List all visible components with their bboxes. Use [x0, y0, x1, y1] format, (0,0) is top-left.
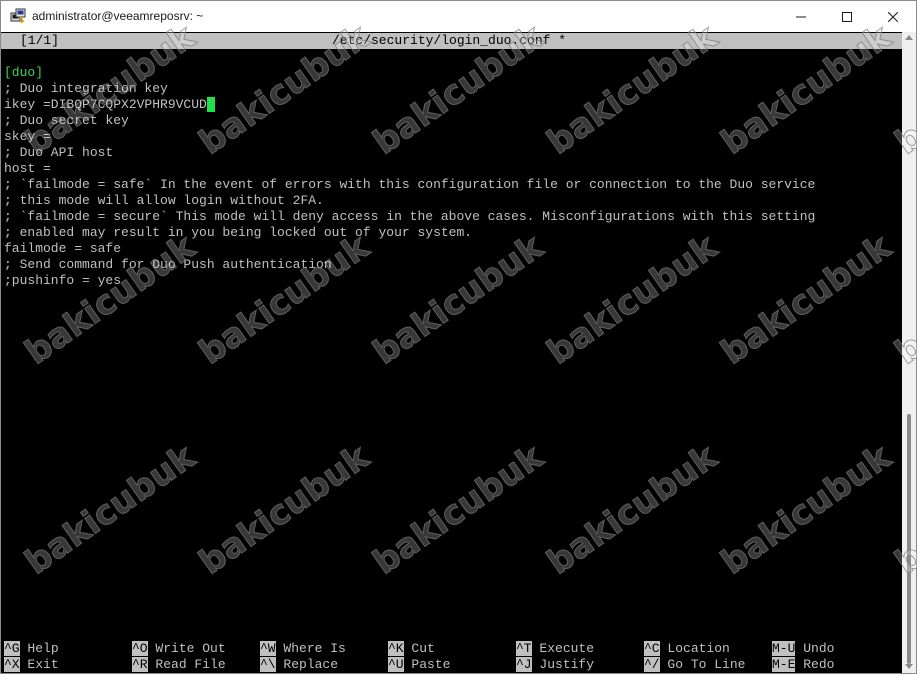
- close-icon: [888, 11, 898, 22]
- minimize-icon: [796, 16, 806, 17]
- shortcut-help[interactable]: ^G Help: [4, 641, 59, 657]
- close-button[interactable]: [870, 1, 916, 32]
- shortcut-location[interactable]: ^C Location: [644, 641, 730, 657]
- shortcut-justify[interactable]: ^J Justify: [516, 657, 594, 673]
- shortcut-redo[interactable]: M-E Redo: [772, 657, 834, 673]
- config-line[interactable]: failmode = safe: [4, 241, 121, 257]
- config-line[interactable]: ; Send command for Duo Push authenticati…: [4, 257, 332, 273]
- config-line[interactable]: host =: [4, 161, 51, 177]
- terminal-area[interactable]: [1/1] /etc/security/login_duo.conf * [du…: [1, 32, 902, 673]
- shortcut-paste[interactable]: ^U Paste: [388, 657, 450, 673]
- scroll-up-icon[interactable]: [905, 35, 913, 40]
- putty-icon[interactable]: [10, 8, 26, 24]
- maximize-icon: [842, 11, 852, 22]
- config-line[interactable]: ; `failmode = secure` This mode will den…: [4, 209, 815, 225]
- shortcut-undo[interactable]: M-U Undo: [772, 641, 834, 657]
- vertical-scrollbar[interactable]: [902, 32, 916, 673]
- config-line[interactable]: ;pushinfo = yes: [4, 273, 121, 289]
- text-cursor: [206, 97, 215, 112]
- title-bar[interactable]: administrator@veeamreposrv: ~: [1, 1, 916, 32]
- ikey-text: ikey =DIBQP7CQPX2VPHR9VCUD: [4, 97, 207, 112]
- shortcut-write-out[interactable]: ^O Write Out: [132, 641, 226, 657]
- config-line[interactable]: skey =: [4, 129, 51, 145]
- shortcut-replace[interactable]: ^\ Replace: [260, 657, 338, 673]
- window-title: administrator@veeamreposrv: ~: [32, 9, 204, 23]
- file-path: /etc/security/login_duo.conf *: [332, 33, 567, 48]
- shortcut-where-is[interactable]: ^W Where Is: [260, 641, 346, 657]
- scroll-down-icon[interactable]: [905, 664, 913, 669]
- config-line[interactable]: ; Duo integration key: [4, 81, 168, 97]
- putty-window: administrator@veeamreposrv: ~ [1/1] /etc…: [0, 0, 917, 674]
- config-line[interactable]: ; Duo API host: [4, 145, 113, 161]
- shortcut-read-file[interactable]: ^R Read File: [132, 657, 226, 673]
- config-line[interactable]: ; Duo secret key: [4, 113, 129, 129]
- config-line[interactable]: ; this mode will allow login without 2FA…: [4, 193, 324, 209]
- buffer-indicator: [1/1]: [20, 33, 60, 48]
- shortcut-exit[interactable]: ^X Exit: [4, 657, 59, 673]
- nano-title-bar: [1/1] /etc/security/login_duo.conf *: [1, 33, 902, 49]
- maximize-button[interactable]: [824, 1, 870, 32]
- config-line-ikey[interactable]: ikey =DIBQP7CQPX2VPHR9VCUD: [4, 97, 215, 113]
- shortcut-go-to-line[interactable]: ^/ Go To Line: [644, 657, 745, 673]
- shortcut-execute[interactable]: ^T Execute: [516, 641, 594, 657]
- section-header: [duo]: [4, 65, 44, 80]
- shortcut-cut[interactable]: ^K Cut: [388, 641, 435, 657]
- minimize-button[interactable]: [778, 1, 824, 32]
- config-line[interactable]: ; enabled may result in you being locked…: [4, 225, 472, 241]
- config-line[interactable]: ; `failmode = safe` In the event of erro…: [4, 177, 815, 193]
- scroll-thumb[interactable]: [907, 414, 911, 664]
